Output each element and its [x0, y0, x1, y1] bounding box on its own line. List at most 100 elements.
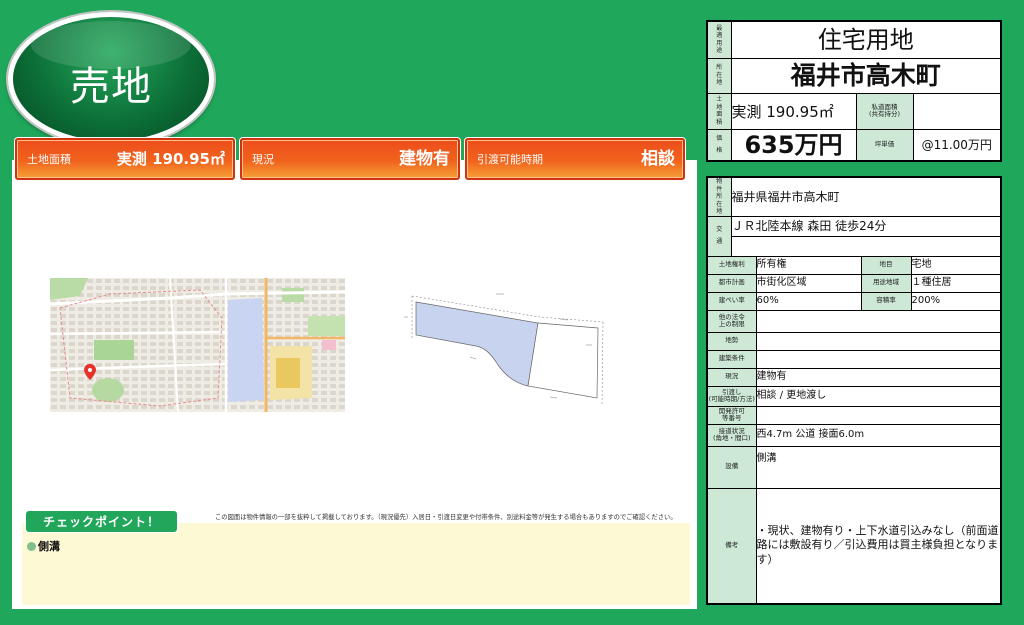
label-land-category: 地目	[860, 255, 912, 275]
label-address-text: 物件所在地	[716, 178, 723, 215]
label-area-text: 土地面積	[716, 96, 723, 126]
value-terrain	[755, 331, 1002, 351]
label-access: 交通	[706, 215, 732, 257]
label-use-text: 最適用途	[716, 24, 723, 55]
details-row-dev-permit: 開発許可 等番号	[706, 405, 1002, 425]
details-table: 物件所在地 福井県福井市高木町 交通 ＪＲ北陸本線 森田 徒歩24分 土地権利 …	[706, 176, 1003, 605]
details-row-remarks: 備考 ・現状、建物有り・上下水道引込みなし（前面道路には敷設有り／引込費用は買主…	[706, 487, 1002, 605]
overview-row-area: 土地面積 実測 190.95㎡ 私道面積 (共有持分)	[706, 92, 1002, 130]
value-tsubo-price: @11.00万円	[912, 128, 1002, 162]
map-green-area	[282, 288, 304, 302]
label-location: 所在地	[706, 57, 732, 94]
label-road-access: 接道状況 (角地・間口)	[706, 423, 757, 447]
details-row-terrain: 地勢	[706, 331, 1002, 351]
value-land-right: 所有権	[755, 255, 862, 275]
label-other-laws: 他の法令 上の制限	[706, 309, 757, 333]
map-green-area	[308, 316, 345, 336]
bullet-icon	[27, 541, 36, 551]
adjacent-parcel	[527, 322, 599, 399]
label-access-text: 交通	[716, 226, 723, 245]
label-area: 土地面積	[706, 92, 732, 130]
details-row-land-right: 土地権利 所有権 地目 宅地	[706, 255, 1002, 275]
details-row-facilities: 設備 側溝	[706, 445, 1002, 489]
label-location-text: 所在地	[716, 64, 723, 87]
summary-value: 相談	[641, 148, 675, 169]
overview-row-use: 最適用途 住宅用地	[706, 20, 1002, 59]
summary-box-land-area: 土地面積 実測 190.95㎡	[15, 138, 235, 180]
label-terrain: 地勢	[706, 331, 757, 351]
label-coverage: 建ぺい率	[706, 291, 757, 311]
summary-box-current-status: 現況 建物有	[240, 138, 460, 180]
summary-label: 現況	[252, 153, 274, 166]
label-dev-permit: 開発許可 等番号	[706, 405, 757, 425]
checkpoint-item: 側溝	[27, 538, 60, 554]
summary-label: 引渡可能時期	[477, 153, 543, 166]
checkpoint-title: チェックポイント！	[25, 510, 178, 533]
value-area: 実測 190.95㎡	[730, 92, 857, 130]
value-land-category: 宅地	[910, 255, 1002, 275]
label-private-road: 私道面積 (共有持分)	[855, 92, 914, 130]
value-floor-area-ratio: 200%	[910, 291, 1002, 311]
lot-survey-drawing	[404, 293, 604, 405]
label-delivery: 引渡し (可能時期/方法)	[706, 385, 757, 407]
details-row-address: 物件所在地 福井県福井市高木町	[706, 176, 1002, 217]
value-delivery: 相談 / 更地渡し	[755, 385, 1002, 407]
label-address: 物件所在地	[706, 176, 732, 217]
details-row-current-status: 現況 建物有	[706, 367, 1002, 387]
value-use: 住宅用地	[730, 20, 1002, 59]
value-zoning: １種住居	[910, 273, 1002, 293]
details-row-road-access: 接道状況 (角地・間口) 西4.7m 公道 接面6.0m	[706, 423, 1002, 447]
map-park	[94, 340, 134, 360]
value-city-planning: 市街化区域	[755, 273, 862, 293]
checkpoint-item-text: 側溝	[38, 540, 60, 553]
area-map	[50, 278, 345, 412]
details-row-access-2	[707, 235, 1002, 257]
label-use: 最適用途	[706, 20, 732, 59]
summary-box-delivery-time: 引渡可能時期 相談	[465, 138, 685, 180]
map-school-zone	[228, 298, 264, 402]
label-price: 価格	[706, 128, 732, 162]
label-building-conditions: 建築条件	[706, 349, 757, 369]
value-coverage: 60%	[755, 291, 862, 311]
map-pink-zone	[322, 340, 336, 350]
value-private-road	[912, 92, 1002, 130]
value-other-laws	[755, 309, 1002, 333]
value-address: 福井県福井市高木町	[730, 176, 1002, 217]
details-row-other-laws: 他の法令 上の制限	[706, 309, 1002, 333]
value-access-line1: ＪＲ北陸本線 森田 徒歩24分	[730, 215, 1002, 237]
details-row-delivery: 引渡し (可能時期/方法) 相談 / 更地渡し	[706, 385, 1002, 407]
details-row-coverage: 建ぺい率 60% 容積率 200%	[706, 291, 1002, 311]
label-land-right: 土地権利	[706, 255, 757, 275]
details-row-city-planning: 都市計画 市街化区域 用途地域 １種住居	[706, 273, 1002, 293]
label-zoning: 用途地域	[860, 273, 912, 293]
title-badge: 売地	[8, 12, 214, 146]
value-facilities: 側溝	[755, 445, 1002, 489]
label-floor-area-ratio: 容積率	[860, 291, 912, 311]
value-dev-permit	[755, 405, 1002, 425]
label-remarks: 備考	[706, 487, 757, 605]
overview-row-price: 価格 635万円 坪単価 @11.00万円	[706, 128, 1002, 162]
value-remarks: ・現状、建物有り・上下水道引込みなし（前面道路には敷設有り／引込費用は買主様負担…	[755, 487, 1002, 605]
label-city-planning: 都市計画	[706, 273, 757, 293]
map-facility-building	[276, 358, 300, 388]
lot-parcel	[415, 301, 539, 387]
details-row-access: 交通 ＪＲ北陸本線 森田 徒歩24分	[706, 215, 1002, 257]
overview-table: 最適用途 住宅用地 所在地 福井市高木町 土地面積 実測 190.95㎡ 私道面…	[706, 20, 1002, 162]
value-access-line2	[730, 235, 1002, 257]
summary-label: 土地面積	[27, 153, 71, 166]
value-building-conditions	[755, 349, 1002, 369]
value-road-access: 西4.7m 公道 接面6.0m	[755, 423, 1002, 447]
value-price: 635万円	[730, 128, 857, 162]
disclaimer-text: この図面は物件情報の一部を抜粋して掲載しております。（現況優先）入居日・引渡日変…	[215, 514, 677, 521]
label-price-text: 価格	[716, 134, 723, 154]
details-row-building-conditions: 建築条件	[706, 349, 1002, 369]
map-green-area	[92, 378, 124, 402]
label-current-status: 現況	[706, 367, 757, 387]
summary-value: 実測 190.95㎡	[116, 150, 225, 168]
label-facilities: 設備	[706, 445, 757, 489]
value-current-status: 建物有	[755, 367, 1002, 387]
title-badge-text: 売地	[70, 64, 152, 110]
summary-value: 建物有	[399, 148, 450, 169]
label-tsubo-price: 坪単価	[855, 128, 914, 162]
checkpoint-panel	[22, 523, 690, 605]
